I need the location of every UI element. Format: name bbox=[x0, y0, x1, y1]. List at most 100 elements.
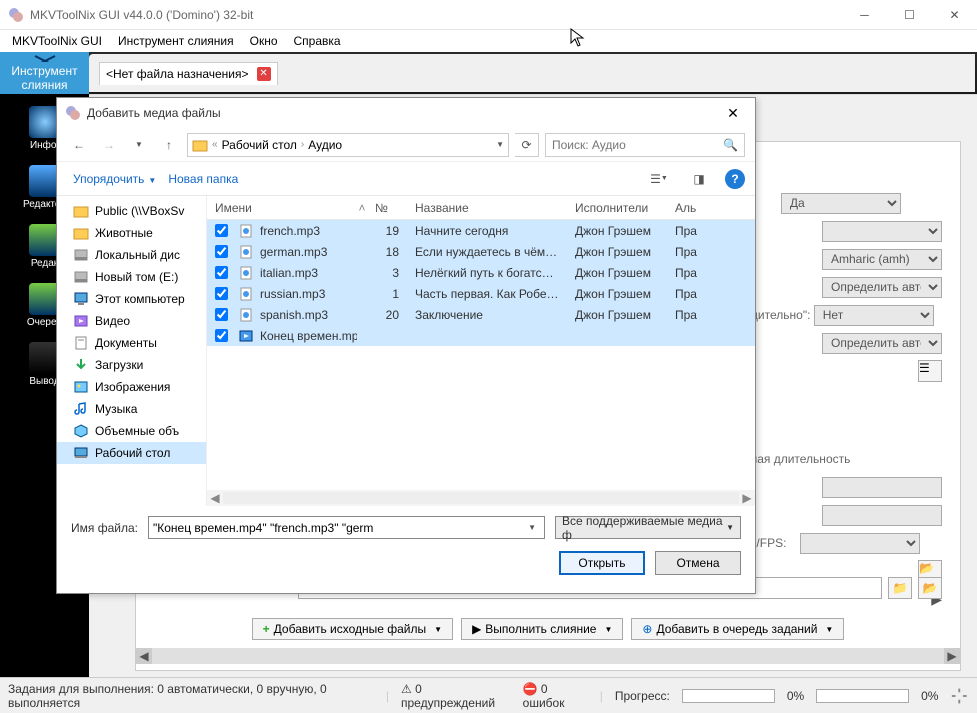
tool-strip: Инструмент слияния <Нет файла назначения… bbox=[0, 52, 977, 94]
menu-window[interactable]: Окно bbox=[242, 32, 286, 50]
column-headers[interactable]: Имени ˄ № Название Исполнители Аль bbox=[207, 196, 755, 220]
status-pct-1: 0% bbox=[787, 689, 804, 703]
tree-node[interactable]: Public (\\VBoxSv bbox=[57, 200, 206, 222]
tree-node[interactable]: Этот компьютер bbox=[57, 288, 206, 310]
file-row[interactable]: russian.mp31Часть первая. Как Робер...Дж… bbox=[207, 283, 755, 304]
dialog-icon bbox=[65, 105, 81, 121]
nav-recent-button[interactable]: ▼ bbox=[127, 133, 151, 157]
crumb-desktop[interactable]: Рабочий стол bbox=[222, 138, 297, 152]
col-name[interactable]: Имени bbox=[207, 196, 357, 219]
crumb-audio[interactable]: Аудио bbox=[308, 138, 342, 152]
filename-dropdown-icon[interactable]: ▼ bbox=[524, 523, 540, 532]
doc-tab[interactable]: <Нет файла назначения> ✕ bbox=[99, 62, 278, 85]
menubar: MKVToolNix GUI Инструмент слияния Окно С… bbox=[0, 30, 977, 52]
refresh-button[interactable]: ⟳ bbox=[515, 133, 539, 157]
menu-merge[interactable]: Инструмент слияния bbox=[110, 32, 242, 50]
search-icon: 🔍 bbox=[723, 138, 738, 152]
tree-node[interactable]: Объемные объ bbox=[57, 420, 206, 442]
tree-node[interactable]: Изображения bbox=[57, 376, 206, 398]
file-row[interactable]: french.mp319Начните сегодняДжон ГрэшемПр… bbox=[207, 220, 755, 241]
add-files-button[interactable]: +Добавить исходные файлы▼ bbox=[252, 618, 453, 640]
dialog-buttons: Открыть Отмена bbox=[57, 545, 755, 593]
nav-up-button[interactable]: ↑ bbox=[157, 133, 181, 157]
tree-node[interactable]: Животные bbox=[57, 222, 206, 244]
col-artist[interactable]: Исполнители bbox=[567, 196, 667, 219]
prop-select-4[interactable]: Определить автом bbox=[822, 277, 942, 298]
file-row[interactable]: spanish.mp320ЗаключениеДжон ГрэшемПра bbox=[207, 304, 755, 325]
file-checkbox[interactable] bbox=[215, 308, 228, 321]
prop-input-1[interactable] bbox=[822, 477, 942, 498]
file-checkbox[interactable] bbox=[215, 266, 228, 279]
tool-merge-tab[interactable]: Инструмент слияния bbox=[0, 52, 89, 94]
organize-button[interactable]: Упорядочить▼ bbox=[67, 168, 162, 190]
add-queue-button[interactable]: ⊕Добавить в очередь заданий▼ bbox=[631, 618, 844, 640]
filetype-dropdown-icon[interactable]: ▼ bbox=[726, 523, 734, 532]
addr-dropdown-icon[interactable]: ▼ bbox=[496, 140, 504, 149]
minimize-button[interactable]: ─ bbox=[842, 0, 887, 30]
prop-select-6[interactable]: Определить автом bbox=[822, 333, 942, 354]
app-icon bbox=[8, 7, 24, 23]
nav-fwd-button[interactable]: → bbox=[97, 133, 121, 157]
file-checkbox[interactable] bbox=[215, 287, 228, 300]
statusbar: Задания для выполнения: 0 автоматически,… bbox=[0, 677, 977, 713]
maximize-button[interactable]: ☐ bbox=[887, 0, 932, 30]
file-dialog: Добавить медиа файлы ✕ ← → ▼ ↑ « Рабочий… bbox=[56, 97, 756, 594]
prop-select-fps[interactable] bbox=[800, 533, 920, 554]
dialog-close-button[interactable]: ✕ bbox=[715, 101, 751, 125]
help-button[interactable]: ? bbox=[725, 169, 745, 189]
cancel-button[interactable]: Отмена bbox=[655, 551, 741, 575]
open-button[interactable]: Открыть bbox=[559, 551, 645, 575]
file-row[interactable]: italian.mp33Нелёгкий путь к богатствуДжо… bbox=[207, 262, 755, 283]
search-input[interactable] bbox=[552, 138, 723, 152]
filetype-combo[interactable]: Все поддерживаемые медиа ф ▼ bbox=[555, 516, 741, 539]
folder-tree[interactable]: Public (\\VBoxSvЖивотныеЛокальный дисНов… bbox=[57, 196, 207, 506]
dialog-titlebar: Добавить медиа файлы ✕ bbox=[57, 98, 755, 128]
dialog-toolbar: Упорядочить▼ Новая папка ☰ ▼ ◨ ? bbox=[57, 162, 755, 196]
tree-node[interactable]: Документы bbox=[57, 332, 206, 354]
window-title: MKVToolNix GUI v44.0.0 ('Domino') 32-bit bbox=[30, 8, 842, 22]
menu-app[interactable]: MKVToolNix GUI bbox=[4, 32, 110, 50]
prop-select-3[interactable]: Amharic (amh) bbox=[822, 249, 942, 270]
view-mode-button[interactable]: ☰ ▼ bbox=[641, 167, 677, 191]
prop-select-2[interactable] bbox=[822, 221, 942, 242]
prop-input-2[interactable] bbox=[822, 505, 942, 526]
dest-recent-button[interactable]: 📂 bbox=[918, 577, 942, 599]
col-title[interactable]: Название bbox=[407, 196, 567, 219]
col-num[interactable]: № bbox=[367, 196, 407, 219]
status-jobs: Задания для выполнения: 0 автоматически,… bbox=[8, 682, 374, 710]
bottom-buttons: +Добавить исходные файлы▼ ▶Выполнить сли… bbox=[136, 618, 960, 640]
tree-node[interactable]: Локальный дис bbox=[57, 244, 206, 266]
nav-back-button[interactable]: ← bbox=[67, 133, 91, 157]
status-progress-1 bbox=[682, 689, 775, 703]
doc-tab-close-icon[interactable]: ✕ bbox=[257, 67, 271, 81]
tree-node[interactable]: Новый том (E:) bbox=[57, 266, 206, 288]
address-bar[interactable]: « Рабочий стол › Аудио ▼ bbox=[187, 133, 509, 157]
preview-pane-button[interactable]: ◨ bbox=[681, 167, 717, 191]
status-pct-2: 0% bbox=[921, 689, 938, 703]
filelist-hscroll[interactable]: ◀▶ bbox=[207, 490, 755, 506]
tree-node[interactable]: Видео bbox=[57, 310, 206, 332]
col-album[interactable]: Аль bbox=[667, 196, 755, 219]
filename-value: "Конец времен.mp4" "french.mp3" "germ bbox=[153, 521, 373, 535]
prop-extra-btn[interactable]: ☰ bbox=[918, 360, 942, 382]
filename-combo[interactable]: "Конец времен.mp4" "french.mp3" "germ ▼ bbox=[148, 516, 545, 539]
main-hscrollbar[interactable]: ◀▶ bbox=[136, 648, 960, 664]
run-merge-button[interactable]: ▶Выполнить слияние▼ bbox=[461, 618, 623, 640]
prop-select-1[interactable]: Да bbox=[781, 193, 901, 214]
file-checkbox[interactable] bbox=[215, 245, 228, 258]
tree-node[interactable]: Рабочий стол bbox=[57, 442, 206, 464]
prop-select-5[interactable]: Нет bbox=[814, 305, 934, 326]
dest-browse-button[interactable]: 📁 bbox=[888, 577, 912, 599]
filename-label: Имя файла: bbox=[71, 521, 138, 535]
search-box[interactable]: 🔍 bbox=[545, 133, 745, 157]
file-row[interactable]: german.mp318Если нуждаетесь в чём-т...Дж… bbox=[207, 241, 755, 262]
file-row[interactable]: Конец времен.mp4 bbox=[207, 325, 755, 346]
newfolder-button[interactable]: Новая папка bbox=[162, 168, 244, 190]
file-checkbox[interactable] bbox=[215, 329, 228, 342]
file-list: Имени ˄ № Название Исполнители Аль frenc… bbox=[207, 196, 755, 506]
file-checkbox[interactable] bbox=[215, 224, 228, 237]
tree-node[interactable]: Музыка bbox=[57, 398, 206, 420]
menu-help[interactable]: Справка bbox=[286, 32, 349, 50]
close-button[interactable]: ✕ bbox=[932, 0, 977, 30]
tree-node[interactable]: Загрузки bbox=[57, 354, 206, 376]
